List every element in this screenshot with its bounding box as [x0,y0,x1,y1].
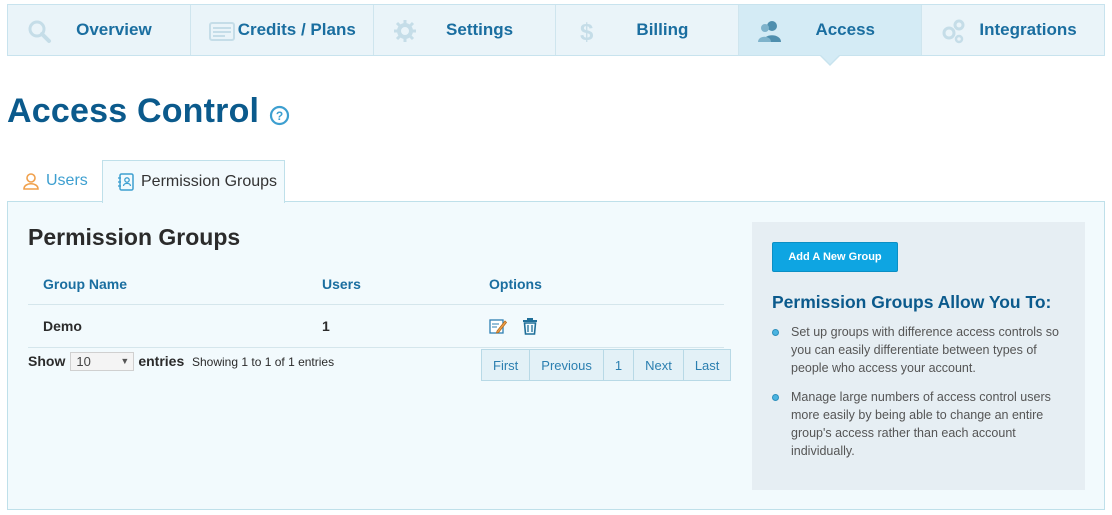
pager-previous[interactable]: Previous [530,350,604,380]
tab-permission-groups-label: Permission Groups [141,173,278,190]
gears-icon [942,19,965,44]
bullet-icon [772,329,779,336]
page-title: Access Control [7,92,260,130]
user-icon [23,173,39,190]
column-options: Options [489,276,542,292]
sidebox-heading: Permission Groups Allow You To: [772,292,1052,312]
panel-title: Permission Groups [28,224,241,250]
edit-icon[interactable] [489,317,507,335]
svg-text:?: ? [276,109,283,123]
bullet-icon [772,394,779,401]
pager-page-1[interactable]: 1 [604,350,635,380]
column-users[interactable]: Users [322,264,361,304]
benefit-list: Set up groups with difference access con… [772,323,1067,471]
credit-card-icon [208,22,235,41]
nav-overview[interactable]: Overview [8,5,191,55]
page-size-value: 10 [76,353,91,369]
dollar-icon: $ [580,19,594,44]
address-book-icon [118,173,134,191]
users-icon [758,21,782,42]
tab-permission-groups[interactable]: Permission Groups [102,160,285,203]
show-label: Show [28,353,66,369]
group-users-cell: 1 [322,318,330,334]
chevron-down-icon: ▼ [120,356,130,366]
add-new-group-button[interactable]: Add A New Group [772,242,898,272]
table-info: Showing 1 to 1 of 1 entries [192,355,335,369]
column-group-name[interactable]: Group Name [43,264,127,304]
nav-credits-plans[interactable]: Credits / Plans [191,5,374,55]
table-row: Demo 1 [28,305,724,348]
benefit-text: Manage large numbers of access control u… [791,390,1051,458]
group-name-cell: Demo [43,318,82,334]
nav-integrations[interactable]: Integrations [922,5,1104,55]
nav-access[interactable]: Access [739,5,923,66]
page-length-control: Show 10 ▼ entries [28,350,184,372]
list-item: Manage large numbers of access control u… [772,388,1067,460]
svg-text:$: $ [580,19,594,44]
help-icon[interactable]: ? [269,105,290,126]
nav-settings[interactable]: Settings [374,5,557,55]
entries-label: entries [138,353,185,369]
search-icon [28,20,51,43]
pager-first[interactable]: First [482,350,531,380]
tab-users-label: Users [46,172,88,189]
info-sidebox: Add A New Group Permission Groups Allow … [752,222,1085,490]
nav-billing[interactable]: $ Billing [556,5,740,55]
pagination: First Previous 1 Next Last [481,349,732,381]
gear-icon [393,20,416,42]
top-nav: Overview Credits / Plans Settings $ Bill… [7,4,1105,66]
pager-next[interactable]: Next [634,350,684,380]
trash-icon[interactable] [521,317,539,335]
table-header: Group Name Users Options [28,264,724,305]
list-item: Set up groups with difference access con… [772,323,1067,377]
tab-users[interactable]: Users [14,160,100,202]
page-size-select[interactable]: 10 ▼ [70,351,135,371]
benefit-text: Set up groups with difference access con… [791,325,1059,375]
options-cell [489,305,539,347]
pager-last[interactable]: Last [684,350,731,380]
permission-groups-panel: Permission Groups Group Name Users Optio… [7,201,1105,510]
